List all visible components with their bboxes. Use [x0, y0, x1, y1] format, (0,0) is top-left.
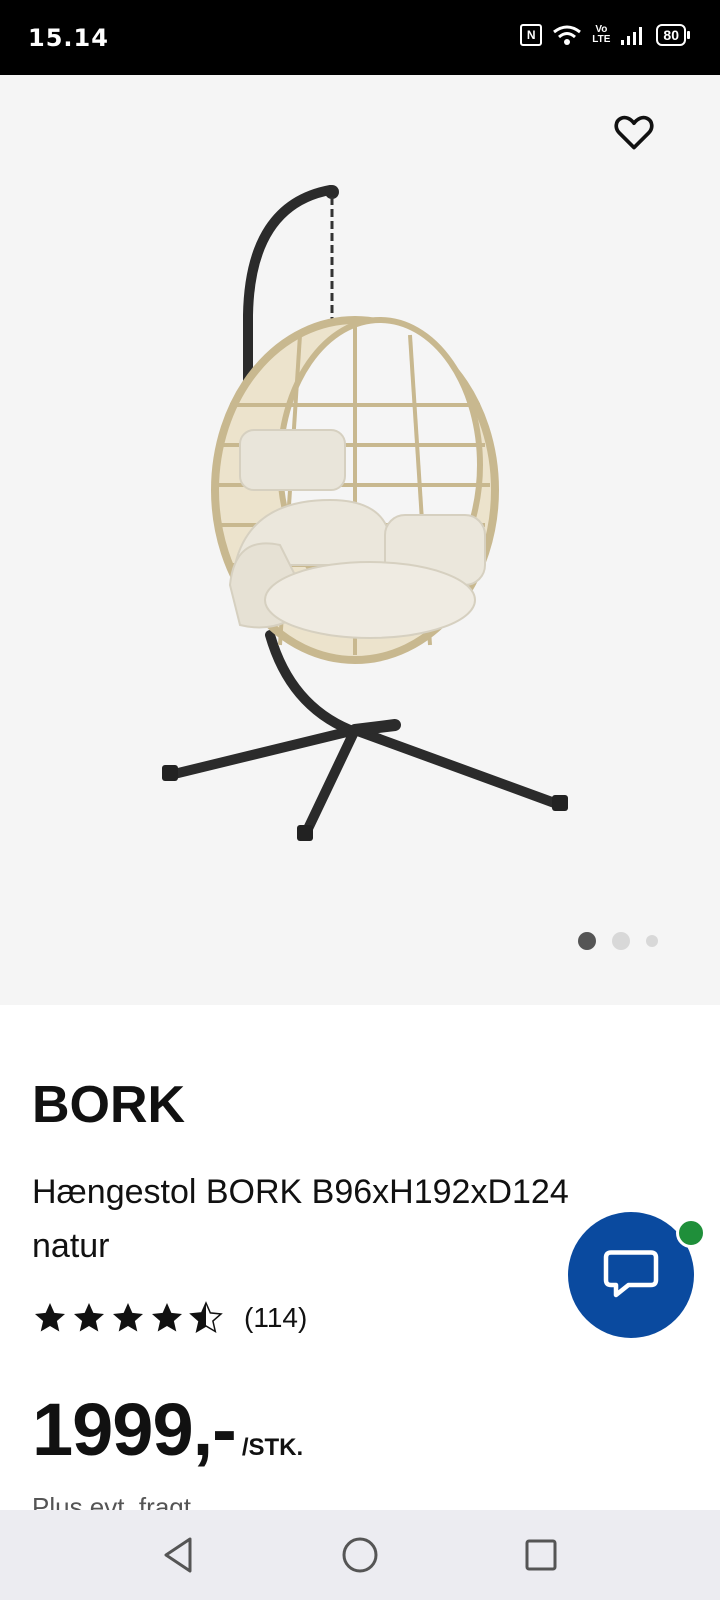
hanging-chair-image: [140, 185, 580, 855]
star-half-icon: [189, 1301, 223, 1334]
chat-bubble-icon: [603, 1250, 659, 1298]
battery-tip: [687, 31, 690, 39]
signal-icon: [620, 25, 646, 45]
price: 1999,- /STK.: [32, 1390, 303, 1470]
status-time: 15.14: [28, 24, 109, 52]
star-full-icon: [113, 1303, 143, 1332]
nfc-icon: N: [520, 24, 543, 46]
chat-online-badge: [676, 1218, 706, 1248]
star-full-icon: [74, 1303, 104, 1332]
price-value: 1999,-: [32, 1388, 237, 1471]
recents-square-icon[interactable]: [518, 1532, 564, 1578]
gallery-dot-3[interactable]: [646, 935, 658, 947]
home-circle-icon[interactable]: [337, 1532, 383, 1578]
heart-outline-icon[interactable]: [612, 110, 656, 154]
battery-icon: 80: [656, 24, 690, 46]
brand-title: BORK: [32, 1076, 186, 1134]
rating-stars: [32, 1300, 224, 1336]
gallery-dot-1[interactable]: [578, 932, 596, 950]
review-count[interactable]: (114): [244, 1302, 307, 1334]
star-full-icon: [152, 1303, 182, 1332]
price-unit: /STK.: [241, 1434, 304, 1461]
rating[interactable]: (114): [32, 1300, 307, 1336]
status-bar: 15.14 N Vo LTE 80: [0, 0, 720, 75]
volte-bottom: LTE: [592, 34, 611, 45]
product-name: Hængestol BORK B96xH192xD124 natur: [32, 1173, 569, 1265]
gallery-dots[interactable]: [578, 932, 658, 950]
wifi-icon: [552, 24, 582, 46]
system-nav-bar: [0, 1510, 720, 1600]
back-triangle-icon[interactable]: [155, 1532, 201, 1578]
star-full-icon: [35, 1303, 65, 1332]
shipping-note: Plus evt. fragt: [32, 1492, 191, 1510]
volte-icon: Vo LTE: [592, 25, 610, 45]
gallery-dot-2[interactable]: [612, 932, 630, 950]
battery-level: 80: [656, 24, 686, 46]
status-icons: N Vo LTE 80: [520, 24, 690, 46]
